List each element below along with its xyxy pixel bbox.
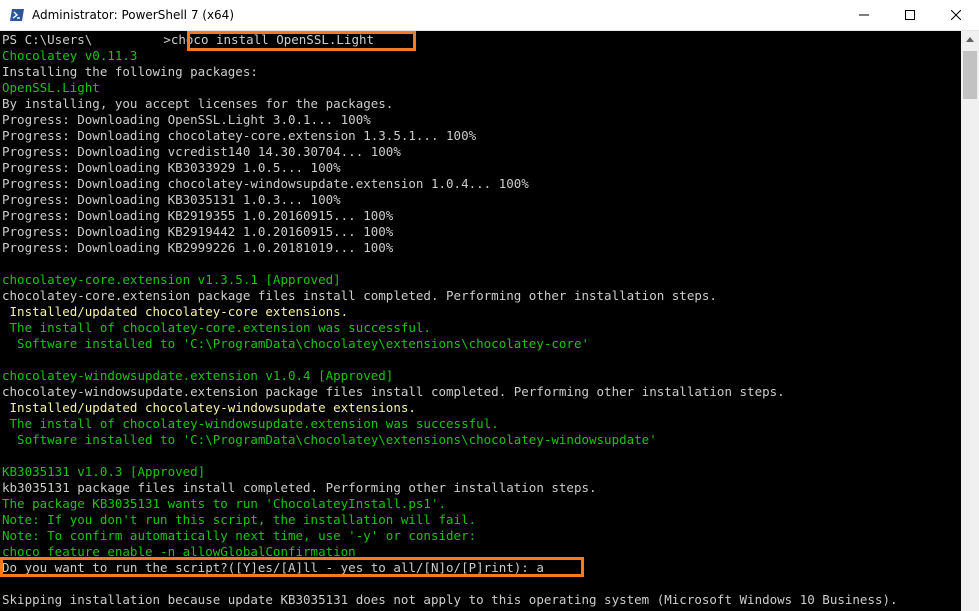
redacted-username: [92, 34, 164, 47]
title-bar[interactable]: Administrator: PowerShell 7 (x64): [0, 0, 979, 31]
console-line: Progress: Downloading OpenSSL.Light 3.0.…: [2, 112, 371, 127]
console-line: Installing the following packages:: [2, 64, 258, 79]
console-line: Software installed to 'C:\ProgramData\ch…: [2, 432, 657, 447]
console-line: The install of chocolatey-windowsupdate.…: [2, 416, 499, 431]
scrollbar-thumb[interactable]: [963, 51, 977, 99]
console-line: Progress: Downloading KB3035131 1.0.3...…: [2, 192, 341, 207]
console-line: The install of chocolatey-core.extension…: [2, 320, 431, 335]
console-line: chocolatey-core.extension package files …: [2, 288, 717, 303]
console-line: Skipping installation because update KB3…: [2, 592, 898, 607]
console-line: Note: If you don't run this script, the …: [2, 512, 477, 527]
console-line: KB3035131 v1.0.3 [Approved]: [2, 464, 206, 479]
powershell-icon: [10, 9, 24, 21]
console-line: chocolatey-core.extension v1.3.5.1 [Appr…: [2, 272, 341, 287]
prompt-prefix: PS C:\Users\: [2, 32, 93, 47]
console-line: Progress: Downloading KB2919355 1.0.2016…: [2, 208, 394, 223]
prompt-suffix: >: [163, 32, 171, 47]
console-line: Progress: Downloading chocolatey-core.ex…: [2, 128, 477, 143]
console-line: The package KB3035131 wants to run 'Choc…: [2, 496, 447, 511]
console-line: Progress: Downloading KB2999226 1.0.2018…: [2, 240, 394, 255]
maximize-button[interactable]: [887, 0, 933, 31]
console-line: kb3035131 package files install complete…: [2, 480, 597, 495]
console-line: By installing, you accept licenses for t…: [2, 96, 394, 111]
window-title: Administrator: PowerShell 7 (x64): [32, 8, 235, 22]
console-line: Progress: Downloading chocolatey-windows…: [2, 176, 529, 191]
prompt-highlight-box: [0, 557, 584, 577]
console-line: Software installed to 'C:\ProgramData\ch…: [2, 336, 589, 351]
close-button[interactable]: [933, 0, 979, 31]
console-line: Progress: Downloading KB2919442 1.0.2016…: [2, 224, 394, 239]
console-line: OpenSSL.Light: [2, 80, 100, 95]
console-output[interactable]: PS C:\Users\ >choco install OpenSSL.Light…: [0, 31, 961, 611]
console-line: Chocolatey v0.11.3: [2, 48, 138, 63]
console-line: Note: To confirm automatically next time…: [2, 528, 477, 543]
console-line: Installed/updated chocolatey-windowsupda…: [2, 400, 416, 415]
minimize-icon: [859, 14, 869, 16]
scroll-up-button[interactable]: [961, 31, 979, 48]
vertical-scrollbar[interactable]: [961, 31, 979, 611]
console-line: chocolatey-windowsupdate.extension packa…: [2, 384, 785, 399]
console-line: Progress: Downloading vcredist140 14.30.…: [2, 144, 401, 159]
console-line: Progress: Downloading KB3033929 1.0.5...…: [2, 160, 341, 175]
maximize-icon: [905, 10, 915, 20]
close-icon: [951, 10, 961, 20]
chevron-up-icon: [966, 37, 974, 42]
minimize-button[interactable]: [841, 0, 887, 31]
console-line: Installed/updated chocolatey-core extens…: [2, 304, 349, 319]
console-line: chocolatey-windowsupdate.extension v1.0.…: [2, 368, 394, 383]
command-highlight-box: [187, 31, 416, 51]
